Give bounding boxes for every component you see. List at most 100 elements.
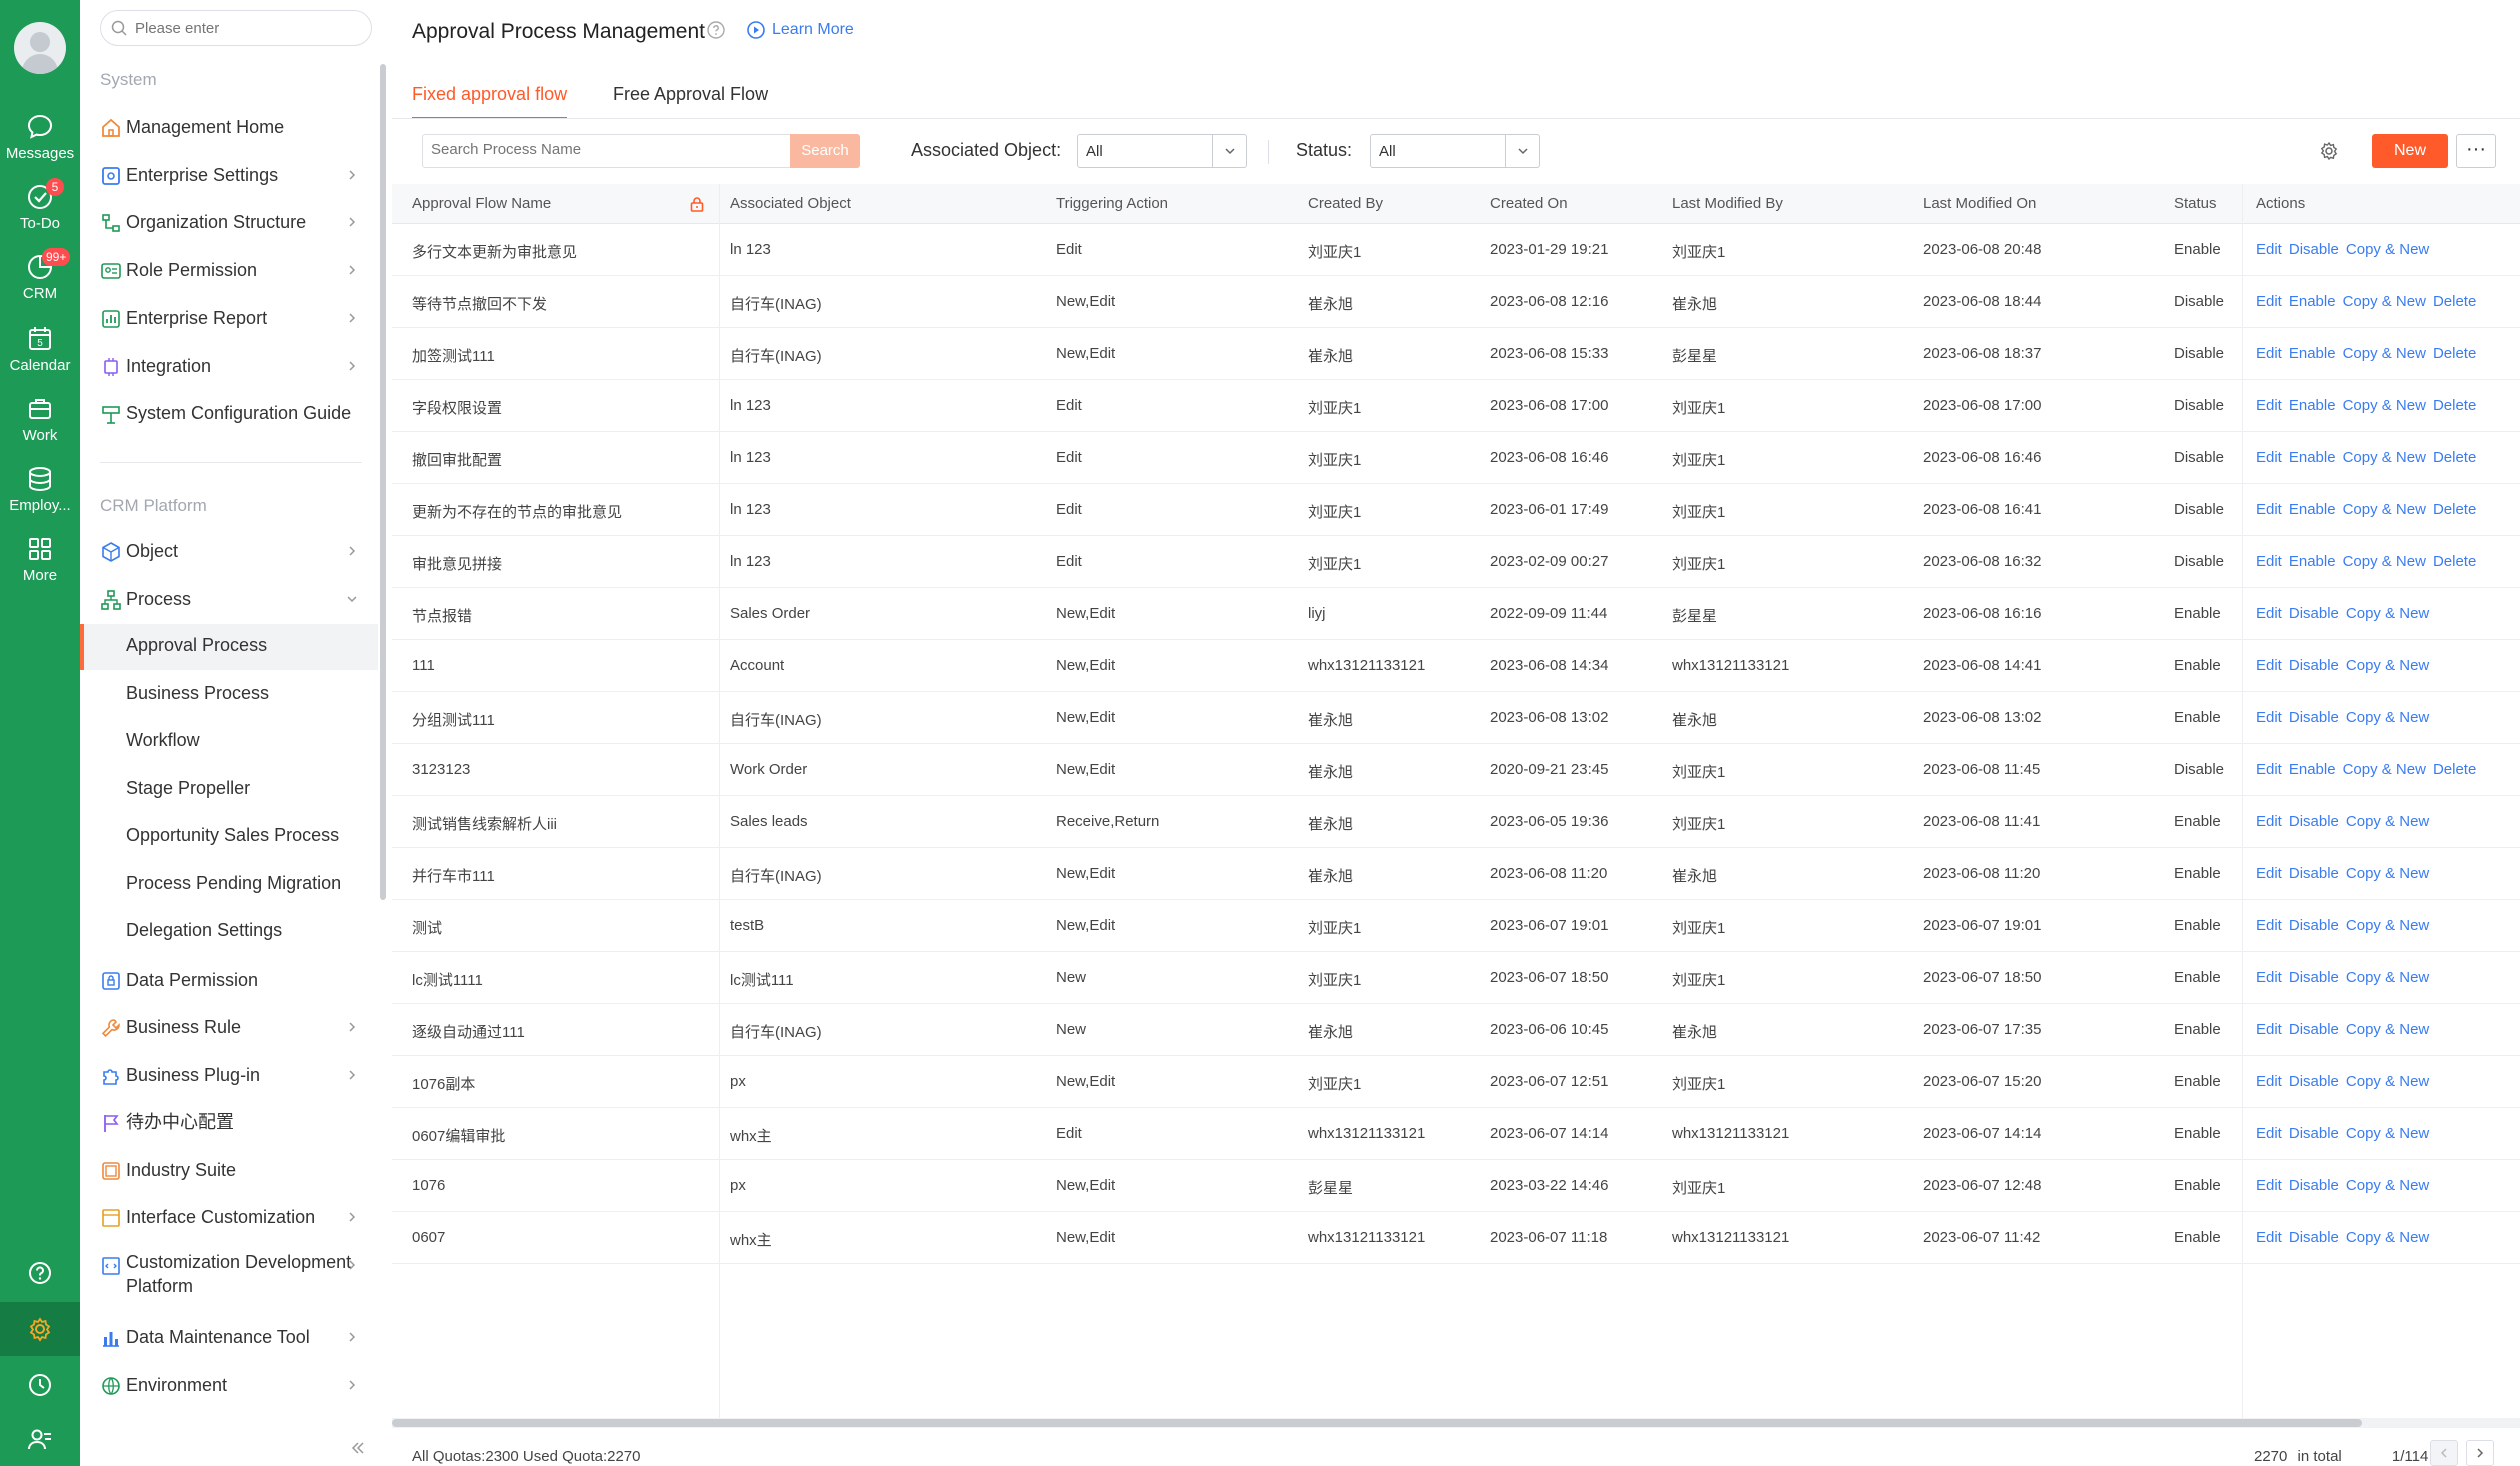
column-header[interactable]: Last Modified By: [1672, 195, 1783, 212]
copy-new-link[interactable]: Copy & New: [2346, 1229, 2429, 1246]
column-header[interactable]: Approval Flow Name: [412, 195, 551, 212]
column-header[interactable]: Created By: [1308, 195, 1383, 212]
delete-link[interactable]: Delete: [2433, 345, 2476, 362]
sidebar-item-organization-structure[interactable]: Organization Structure: [80, 199, 378, 245]
nav-search[interactable]: [100, 10, 372, 46]
copy-new-link[interactable]: Copy & New: [2346, 1073, 2429, 1090]
sidebar-item-data-maintenance-tool[interactable]: Data Maintenance Tool: [80, 1314, 378, 1360]
copy-new-link[interactable]: Copy & New: [2343, 553, 2426, 570]
rail-item-more[interactable]: More: [0, 534, 80, 598]
copy-new-link[interactable]: Copy & New: [2346, 709, 2429, 726]
table-row[interactable]: 等待节点撤回不下发 自行车(INAG) New,Edit 崔永旭 2023-06-08 …: [392, 276, 2520, 328]
table-row[interactable]: 1076副本 px New,Edit 刘亚庆1 2023-06-07 12:51 刘亚庆1…: [392, 1056, 2520, 1108]
column-header[interactable]: Status: [2174, 195, 2217, 212]
process-search-input[interactable]: [431, 141, 771, 158]
disable-link[interactable]: Disable: [2289, 917, 2339, 934]
copy-new-link[interactable]: Copy & New: [2343, 449, 2426, 466]
column-header[interactable]: Created On: [1490, 195, 1568, 212]
column-header[interactable]: Associated Object: [730, 195, 851, 212]
column-header[interactable]: Actions: [2256, 195, 2305, 212]
enable-link[interactable]: Enable: [2289, 761, 2336, 778]
sidebar-item-enterprise-settings[interactable]: Enterprise Settings: [80, 152, 378, 198]
disable-link[interactable]: Disable: [2289, 813, 2339, 830]
sidebar-item-data-permission[interactable]: Data Permission: [80, 957, 378, 1003]
table-row[interactable]: 节点报错 Sales Order New,Edit liyj 2022-09-09 11…: [392, 588, 2520, 640]
sidebar-item-role-permission[interactable]: Role Permission: [80, 247, 378, 293]
tab-fixed-approval-flow[interactable]: Fixed approval flow: [412, 84, 568, 119]
copy-new-link[interactable]: Copy & New: [2343, 397, 2426, 414]
edit-link[interactable]: Edit: [2256, 1125, 2282, 1142]
avatar[interactable]: [14, 22, 66, 74]
lock-icon[interactable]: [688, 195, 706, 213]
table-row[interactable]: 更新为不存在的节点的审批意见 ln 123 Edit 刘亚庆1 2023-06-01 1…: [392, 484, 2520, 536]
rail-item-crm[interactable]: CRM 99+: [0, 248, 80, 316]
copy-new-link[interactable]: Copy & New: [2346, 241, 2429, 258]
sidebar-sub-process-pending-migration[interactable]: Process Pending Migration: [80, 862, 378, 908]
settings-gear-icon[interactable]: [2318, 140, 2340, 162]
edit-link[interactable]: Edit: [2256, 449, 2282, 466]
rail-item-messages[interactable]: Messages: [0, 112, 80, 176]
copy-new-link[interactable]: Copy & New: [2343, 501, 2426, 518]
status-select[interactable]: All: [1370, 134, 1540, 168]
disable-link[interactable]: Disable: [2289, 1177, 2339, 1194]
enable-link[interactable]: Enable: [2289, 345, 2336, 362]
copy-new-link[interactable]: Copy & New: [2346, 917, 2429, 934]
delete-link[interactable]: Delete: [2433, 293, 2476, 310]
copy-new-link[interactable]: Copy & New: [2343, 293, 2426, 310]
disable-link[interactable]: Disable: [2289, 241, 2339, 258]
copy-new-link[interactable]: Copy & New: [2346, 1021, 2429, 1038]
delete-link[interactable]: Delete: [2433, 761, 2476, 778]
edit-link[interactable]: Edit: [2256, 345, 2282, 362]
rail-item-calendar[interactable]: 5 Calendar: [0, 324, 80, 388]
sidebar-item-environment[interactable]: Environment: [80, 1362, 378, 1408]
table-row[interactable]: 0607 whx主 New,Edit whx13121133121 2023-06-07…: [392, 1212, 2520, 1264]
table-row[interactable]: 测试 testB New,Edit 刘亚庆1 2023-06-07 19:01 刘亚庆1 2…: [392, 900, 2520, 952]
sidebar-item-system-configuration-guide[interactable]: System Configuration Guide: [80, 390, 378, 436]
enable-link[interactable]: Enable: [2289, 449, 2336, 466]
copy-new-link[interactable]: Copy & New: [2346, 969, 2429, 986]
settings-button[interactable]: [0, 1302, 80, 1356]
sidebar-sub-approval-process[interactable]: Approval Process: [80, 624, 378, 670]
enable-link[interactable]: Enable: [2289, 501, 2336, 518]
copy-new-link[interactable]: Copy & New: [2346, 657, 2429, 674]
copy-new-link[interactable]: Copy & New: [2346, 1177, 2429, 1194]
search-button[interactable]: Search: [790, 134, 860, 168]
enable-link[interactable]: Enable: [2289, 553, 2336, 570]
disable-link[interactable]: Disable: [2289, 605, 2339, 622]
sidebar-sub-opportunity-sales-process[interactable]: Opportunity Sales Process: [80, 814, 378, 860]
table-row[interactable]: 3123123 Work Order New,Edit 崔永旭 2020-09-21 2…: [392, 744, 2520, 796]
tab-free-approval-flow[interactable]: Free Approval Flow: [613, 84, 768, 117]
edit-link[interactable]: Edit: [2256, 397, 2282, 414]
horizontal-scrollbar[interactable]: [392, 1418, 2520, 1428]
edit-link[interactable]: Edit: [2256, 501, 2282, 518]
disable-link[interactable]: Disable: [2289, 1125, 2339, 1142]
disable-link[interactable]: Disable: [2289, 969, 2339, 986]
rail-item-employee[interactable]: Employ...: [0, 464, 80, 528]
table-row[interactable]: 111 Account New,Edit whx13121133121 2023-06-…: [392, 640, 2520, 692]
scroll-thumb[interactable]: [392, 1419, 2362, 1427]
table-row[interactable]: 0607编辑审批 whx主 Edit whx13121133121 2023-06-07…: [392, 1108, 2520, 1160]
next-page-button[interactable]: [2466, 1440, 2494, 1466]
disable-link[interactable]: Disable: [2289, 709, 2339, 726]
contacts-button[interactable]: [0, 1412, 80, 1466]
rail-item-work[interactable]: Work: [0, 394, 80, 458]
column-header[interactable]: Triggering Action: [1056, 195, 1168, 212]
copy-new-link[interactable]: Copy & New: [2343, 761, 2426, 778]
edit-link[interactable]: Edit: [2256, 1073, 2282, 1090]
copy-new-link[interactable]: Copy & New: [2346, 605, 2429, 622]
table-row[interactable]: 1076 px New,Edit 彭星星 2023-03-22 14:46 刘亚庆1 202…: [392, 1160, 2520, 1212]
delete-link[interactable]: Delete: [2433, 553, 2476, 570]
disable-link[interactable]: Disable: [2289, 1229, 2339, 1246]
edit-link[interactable]: Edit: [2256, 917, 2282, 934]
sidebar-sub-business-process[interactable]: Business Process: [80, 672, 378, 718]
sidebar-sub-stage-propeller[interactable]: Stage Propeller: [80, 767, 378, 813]
prev-page-button[interactable]: [2430, 1440, 2458, 1466]
table-row[interactable]: 撤回审批配置 ln 123 Edit 刘亚庆1 2023-06-08 16:46 刘亚庆1…: [392, 432, 2520, 484]
sidebar-item-business-plugin[interactable]: Business Plug-in: [80, 1052, 378, 1098]
copy-new-link[interactable]: Copy & New: [2346, 813, 2429, 830]
help-circle-icon[interactable]: [706, 20, 726, 40]
enable-link[interactable]: Enable: [2289, 397, 2336, 414]
new-button[interactable]: New: [2372, 134, 2448, 168]
delete-link[interactable]: Delete: [2433, 501, 2476, 518]
edit-link[interactable]: Edit: [2256, 813, 2282, 830]
